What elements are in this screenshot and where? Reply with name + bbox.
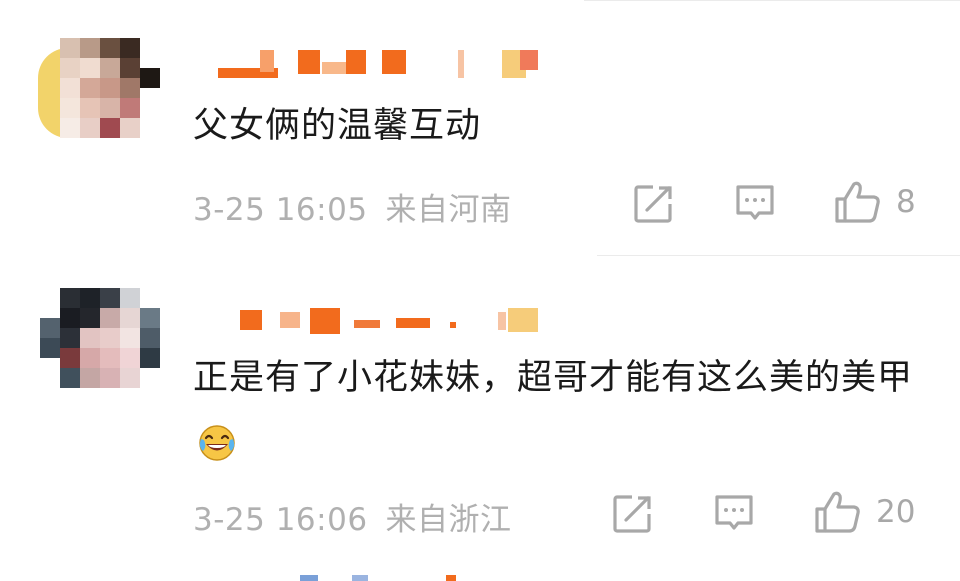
comment-meta: 3-25 16:06 来自浙江 [193,494,530,539]
comment-text: 父女俩的温馨互动 [193,106,482,146]
comment-icon [736,185,774,220]
comment-time: 3-25 16:05 [193,192,368,228]
comment-text: 正是有了小花妹妹，超哥才能有这么美的美甲 [193,344,920,480]
comment-text-content: 正是有了小花妹妹，超哥才能有这么美的美甲 [193,358,914,398]
comment-button[interactable] [713,493,755,535]
comment-item: 父女俩的温馨互动 3-25 16:05 来自河南 8 [0,0,960,258]
repost-icon [634,185,672,223]
comment-location: 来自浙江 [385,502,512,538]
comment-divider [597,255,960,256]
comment-time: 3-25 16:06 [193,502,368,538]
comment-location: 来自河南 [385,192,512,228]
avatar[interactable] [38,288,160,398]
comment-icon [715,495,753,530]
comment-item: 正是有了小花妹妹，超哥才能有这么美的美甲 3-25 16:06 来自浙江 20 [0,258,960,581]
next-comment-redacted [0,573,960,581]
thumbs-up-icon [835,181,880,223]
username-redacted[interactable] [214,304,544,336]
like-count: 20 [876,494,916,530]
username-redacted[interactable] [214,46,544,78]
repost-icon [613,495,651,533]
comment-button[interactable] [734,183,776,225]
avatar[interactable] [38,38,160,148]
comment-meta: 3-25 16:05 来自河南 [193,184,530,229]
like-button[interactable]: 20 [814,490,915,534]
like-count: 8 [896,184,916,220]
like-button[interactable]: 8 [834,180,916,224]
top-divider [584,0,960,1]
repost-button[interactable] [612,494,654,534]
thumbs-up-icon [815,491,860,533]
repost-button[interactable] [633,184,675,224]
laughing-tears-emoji [199,425,235,461]
